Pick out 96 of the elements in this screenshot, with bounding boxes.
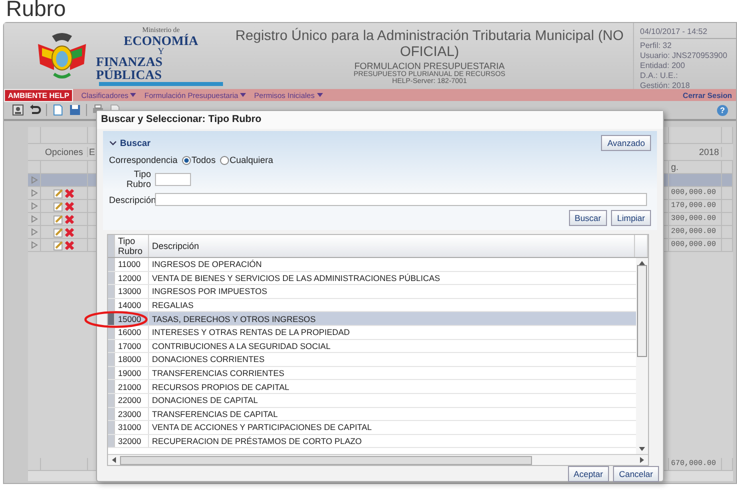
table-cell: 31000 <box>115 421 149 434</box>
result-row[interactable]: 22000 DONACIONES DE CAPITAL <box>108 394 636 408</box>
table-cell-text: VENTA DE ACCIONES Y PARTICIPACIONES DE CAPITAL <box>151 421 373 434</box>
input-field[interactable] <box>155 172 191 186</box>
result-row[interactable]: 32000 RECUPERACION DE PRÉSTAMOS DE CORTO PLAZO <box>108 434 636 448</box>
column-header: Descripción <box>149 235 635 257</box>
column-header: Opciones <box>41 147 88 157</box>
table-cell: 16000 <box>115 326 149 339</box>
session-info: Usuario: JNS270953900 <box>640 51 728 61</box>
table-cell-text: CONTRIBUCIONES A LA SEGURIDAD SOCIAL <box>151 340 332 352</box>
result-row[interactable]: 31000 VENTA DE ACCIONES Y PARTICIPACIONES DE CAPITAL <box>108 421 636 435</box>
search-form-button[interactable]: Buscar <box>568 210 608 226</box>
scroll-left-icon[interactable] <box>112 457 116 463</box>
delete-icon[interactable] <box>64 188 75 198</box>
delete-icon[interactable] <box>64 240 75 250</box>
dialog-button[interactable]: Cancelar <box>612 466 659 482</box>
session-info: D.A.: U.E.: <box>640 71 679 81</box>
edit-icon[interactable] <box>53 200 64 212</box>
table-cell-text: RECUPERACION DE PRÉSTAMOS DE CORTO PLAZO <box>151 435 363 448</box>
column-header: Tipo Rubro <box>115 235 149 257</box>
table-cell: 23000 <box>115 408 149 420</box>
ministry-name: FINANZAS PÚBLICAS <box>96 55 164 81</box>
session-info: Gestión: 2018 <box>640 81 691 91</box>
edit-icon[interactable] <box>53 226 64 238</box>
result-row[interactable]: 18000 DONACIONES CORRIENTES <box>108 353 636 367</box>
caret-icon[interactable] <box>130 93 136 97</box>
table-cell: 11000 <box>115 258 149 271</box>
app-title: Registro Único para la Administración Tributaria Municipal (NO OFICIAL) <box>234 27 625 59</box>
table-cell-text: DONACIONES DE CAPITAL <box>151 394 259 407</box>
table-cell-text: TASAS, DERECHOS Y OTROS INGRESOS <box>151 312 317 325</box>
radio-option[interactable]: Todos <box>182 155 216 165</box>
edit-icon[interactable] <box>53 214 64 224</box>
result-row[interactable]: 15000 TASAS, DERECHOS Y OTROS INGRESOS <box>108 312 636 326</box>
vertical-scrollbar[interactable] <box>636 258 648 454</box>
caret-icon[interactable] <box>316 93 323 97</box>
delete-icon[interactable] <box>64 214 75 224</box>
search-section-toggle[interactable]: Buscar <box>109 138 151 148</box>
page-heading: Rubro <box>5 0 67 18</box>
table-cell-text: INGRESOS DE OPERACIÓN <box>151 258 263 271</box>
document-icon[interactable] <box>52 104 64 116</box>
radio-option[interactable]: Cualquiera <box>220 155 274 165</box>
table-cell-text: TRANSFERENCIAS DE CAPITAL <box>151 408 279 420</box>
table-cell: 17000 <box>115 340 149 352</box>
dialog-title: Buscar y Seleccionar: Tipo Rubro <box>97 111 663 129</box>
table-cell-text: RECURSOS PROPIOS DE CAPITAL <box>151 380 290 393</box>
advanced-button[interactable]: Avanzado <box>601 135 651 151</box>
search-form-button[interactable]: Limpiar <box>611 210 651 226</box>
result-row[interactable]: 23000 TRANSFERENCIAS DE CAPITAL <box>108 408 636 422</box>
scroll-right-icon[interactable] <box>640 457 644 463</box>
undo-icon[interactable] <box>29 104 41 116</box>
table-cell-text: INGRESOS POR IMPUESTOS <box>151 285 268 298</box>
input-field[interactable] <box>155 193 647 206</box>
column-header: g. <box>669 161 722 173</box>
scroll-down-icon[interactable] <box>639 447 645 451</box>
table-cell-text: REGALIAS <box>151 299 195 312</box>
help-icon[interactable]: ? <box>717 104 728 116</box>
field-label: Tipo Rubro <box>125 169 151 189</box>
result-row[interactable]: 19000 TRANSFERENCIAS CORRIENTES <box>108 366 636 380</box>
table-cell: 21000 <box>115 380 149 393</box>
chevron-down-icon <box>109 139 117 147</box>
ministry-name: ECONOMÍA <box>124 34 198 47</box>
table-cell: 19000 <box>115 366 149 380</box>
column-header: 2018 <box>667 147 722 157</box>
result-row[interactable]: 21000 RECURSOS PROPIOS DE CAPITAL <box>108 380 636 394</box>
row-selector[interactable] <box>108 298 115 312</box>
result-row[interactable]: 11000 INGRESOS DE OPERACIÓN <box>108 258 636 272</box>
caret-icon[interactable] <box>240 93 246 97</box>
table-cell-text: DONACIONES CORRIENTES <box>151 353 266 366</box>
annotation-ellipse <box>84 310 148 328</box>
ministry-conjunction: Y <box>158 47 164 55</box>
horizontal-scrollbar[interactable] <box>108 454 648 465</box>
table-cell: 13000 <box>115 285 149 298</box>
edit-icon[interactable] <box>53 188 64 198</box>
table-cell-text: TRANSFERENCIAS CORRIENTES <box>151 367 286 380</box>
delete-icon[interactable] <box>64 200 75 212</box>
result-row[interactable]: 12000 VENTA DE BIENES Y SERVICIOS DE LAS ADMINISTRACIONES PÚBLICAS <box>108 272 636 286</box>
table-cell: 18000 <box>115 353 149 366</box>
edit-icon[interactable] <box>53 240 64 250</box>
session-datetime: 04/10/2017 - 14:52 <box>640 27 736 39</box>
table-cell-text: INTERESES Y OTRAS RENTAS DE LA PROPIEDAD <box>151 326 351 339</box>
dialog-button[interactable]: Aceptar <box>568 466 609 482</box>
result-row[interactable]: 13000 INGRESOS POR IMPUESTOS <box>108 285 636 299</box>
result-row[interactable]: 16000 INTERESES Y OTRAS RENTAS DE LA PROPIEDAD <box>108 326 636 340</box>
table-cell: 14000 <box>115 298 149 312</box>
id-card-icon[interactable] <box>12 104 24 116</box>
save-icon[interactable] <box>69 104 81 116</box>
table-cell: 32000 <box>115 434 149 448</box>
field-label: Correspondencia <box>109 155 178 165</box>
table-cell-text: VENTA DE BIENES Y SERVICIOS DE LAS ADMINISTRACIONES PÚBLICAS <box>151 272 442 284</box>
session-info: Entidad: 200 <box>640 61 686 71</box>
delete-icon[interactable] <box>64 226 75 238</box>
table-cell: 12000 <box>115 272 149 284</box>
table-cell: 22000 <box>115 394 149 407</box>
app-subtitle: FORMULACION PRESUPUESTARIA <box>353 61 506 71</box>
result-row[interactable]: 17000 CONTRIBUCIONES A LA SEGURIDAD SOCIAL <box>108 340 636 354</box>
session-info: Perfil: 32 <box>640 41 673 51</box>
